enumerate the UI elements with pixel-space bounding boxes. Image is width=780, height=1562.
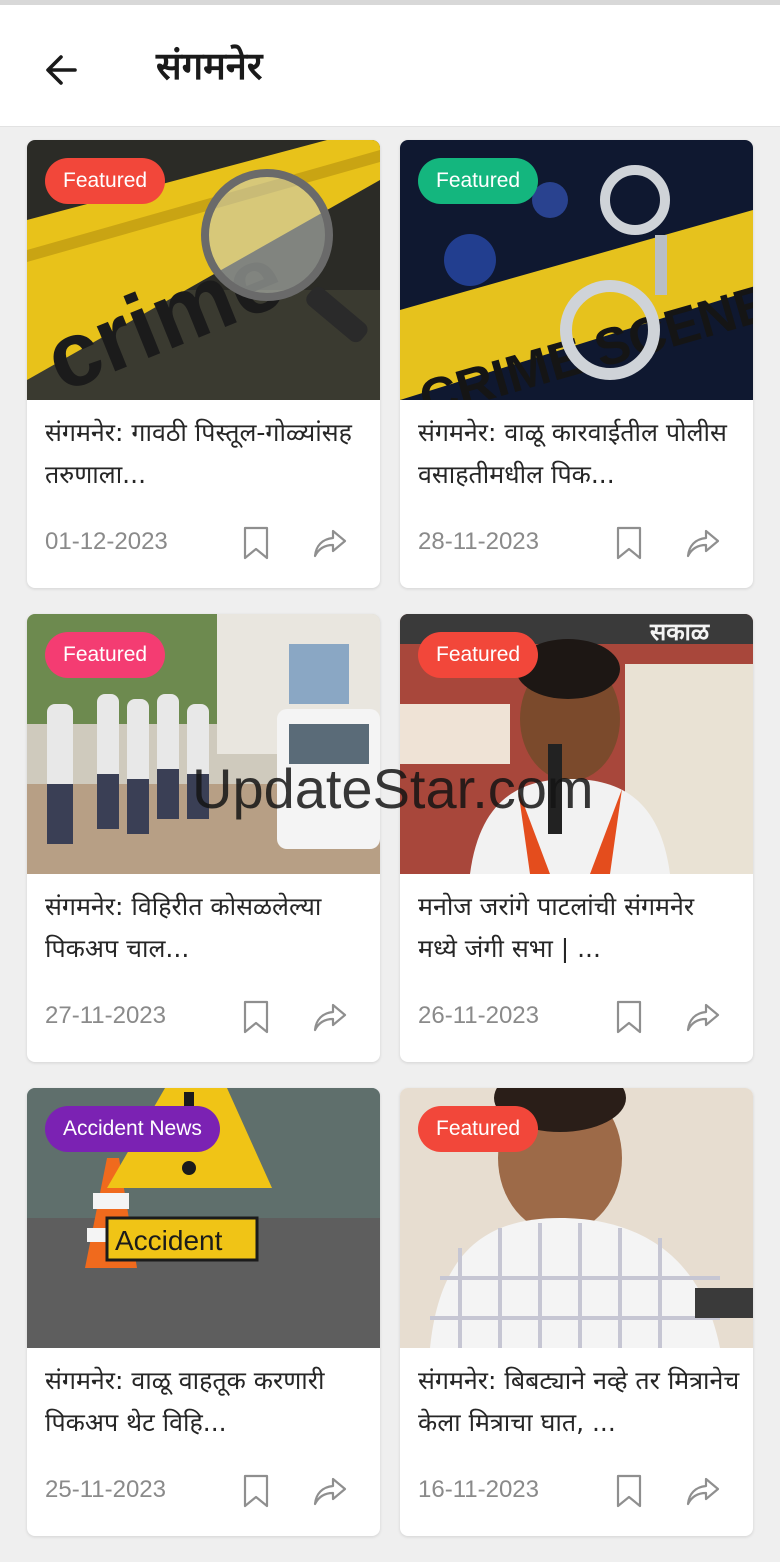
category-badge[interactable]: Featured <box>418 1106 539 1152</box>
news-thumbnail: सकाळ Featured <box>400 614 753 874</box>
news-grid: crime Featured संगमनेर: गावठी पिस्तूल-गो… <box>27 140 753 1536</box>
app-bar: संगमनेर <box>0 5 780 127</box>
publish-date: 01-12-2023 <box>45 528 168 555</box>
share-icon[interactable] <box>313 1474 347 1508</box>
arrow-left-icon <box>46 55 77 85</box>
bookmark-icon[interactable] <box>241 1474 271 1508</box>
share-icon[interactable] <box>686 1000 720 1034</box>
news-thumbnail: CRIME SCENE Featured <box>400 140 753 400</box>
news-card[interactable]: CRIME SCENE Featured संगमनेर: वाळू कारवा… <box>400 140 753 588</box>
share-icon[interactable] <box>686 526 720 560</box>
publish-date: 25-11-2023 <box>45 1476 166 1503</box>
page-title: संगमनेर <box>156 44 263 88</box>
news-thumbnail: crime Featured <box>27 140 380 400</box>
news-card[interactable]: Featured संगमनेर: बिबट्याने नव्हे तर मित… <box>400 1088 753 1536</box>
category-badge[interactable]: Featured <box>418 632 539 678</box>
news-thumbnail: Featured <box>400 1088 753 1348</box>
bookmark-icon[interactable] <box>241 1000 271 1034</box>
publish-date: 28-11-2023 <box>418 528 539 555</box>
news-headline[interactable]: संगमनेर: विहिरीत कोसळलेल्या पिकअप चाल... <box>45 886 367 970</box>
news-thumbnail: Featured <box>27 614 380 874</box>
category-badge[interactable]: Featured <box>45 158 166 204</box>
news-card[interactable]: Featured संगमनेर: विहिरीत कोसळलेल्या पिक… <box>27 614 380 1062</box>
category-badge[interactable]: Accident News <box>45 1106 220 1152</box>
news-thumbnail: Accident Accident News <box>27 1088 380 1348</box>
publish-date: 26-11-2023 <box>418 1002 539 1029</box>
share-icon[interactable] <box>313 1000 347 1034</box>
publish-date: 16-11-2023 <box>418 1476 539 1503</box>
accident-sign-text: Accident <box>115 1225 223 1256</box>
news-card[interactable]: सकाळ Featured मनोज जरांगे पाटलांची संगमन… <box>400 614 753 1062</box>
bookmark-icon[interactable] <box>614 526 644 560</box>
news-headline[interactable]: संगमनेर: वाळू कारवाईतील पोलीस वसाहतीमधील… <box>418 412 740 496</box>
news-card[interactable]: Accident Accident News संगमनेर: वाळू वाह… <box>27 1088 380 1536</box>
bookmark-icon[interactable] <box>241 526 271 560</box>
publish-date: 27-11-2023 <box>45 1002 166 1029</box>
bookmark-icon[interactable] <box>614 1000 644 1034</box>
news-headline[interactable]: संगमनेर: वाळू वाहतूक करणारी पिकअप थेट वि… <box>45 1360 367 1444</box>
news-headline[interactable]: संगमनेर: गावठी पिस्तूल-गोळ्यांसह तरुणाला… <box>45 412 367 496</box>
news-card[interactable]: crime Featured संगमनेर: गावठी पिस्तूल-गो… <box>27 140 380 588</box>
category-badge[interactable]: Featured <box>418 158 539 204</box>
back-button[interactable] <box>34 43 88 97</box>
newspaper-logo-text: सकाळ <box>649 618 711 646</box>
share-icon[interactable] <box>686 1474 720 1508</box>
share-icon[interactable] <box>313 526 347 560</box>
news-headline[interactable]: मनोज जरांगे पाटलांची संगमनेर मध्ये जंगी … <box>418 886 740 970</box>
bookmark-icon[interactable] <box>614 1474 644 1508</box>
news-headline[interactable]: संगमनेर: बिबट्याने नव्हे तर मित्रानेच के… <box>418 1360 740 1444</box>
category-badge[interactable]: Featured <box>45 632 166 678</box>
